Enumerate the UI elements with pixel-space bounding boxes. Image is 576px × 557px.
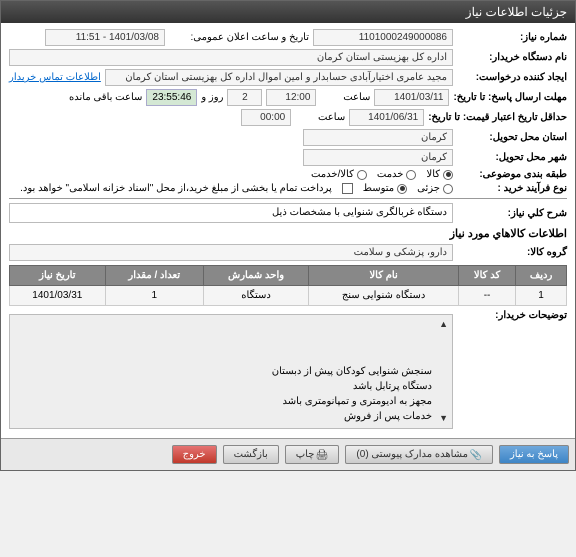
days-remaining-value: 2: [227, 89, 262, 106]
scroll-down-icon[interactable]: ▼: [439, 412, 448, 426]
need-description-label: شرح کلي نياز:: [457, 208, 567, 219]
footer-toolbar: پاسخ به نیاز 📎 مشاهده مدارک پیوستی (0) 🖨…: [1, 438, 575, 470]
time-remaining-label: ساعت باقی مانده: [69, 92, 142, 103]
goods-group-value: دارو، پزشکی و سلامت: [9, 244, 453, 261]
bt-medium-radio[interactable]: متوسط: [363, 183, 407, 194]
back-label: بازگشت: [234, 449, 268, 460]
table-row[interactable]: 1 -- دستگاه شنوایی سنج دستگاه 1 1401/03/…: [10, 286, 567, 306]
print-button[interactable]: 🖨 چاپ: [285, 445, 340, 464]
exec-province-value: کرمان: [303, 129, 453, 146]
radio-icon: [357, 170, 367, 180]
validity-time-label: ساعت: [295, 112, 345, 123]
attachments-label: مشاهده مدارک پیوستی (0): [356, 449, 468, 460]
scroll-up-icon[interactable]: ▲: [439, 318, 448, 332]
cat-goodservice-radio[interactable]: کالا/خدمت: [311, 169, 367, 180]
print-icon: 🖨: [318, 450, 328, 460]
radio-selected-icon: [443, 170, 453, 180]
col-date: تاریخ نیاز: [10, 266, 106, 286]
exit-button[interactable]: خروج: [172, 445, 217, 464]
items-section-title: اطلاعات كالاهاي مورد نياز: [9, 227, 567, 240]
col-qty: تعداد / مقدار: [105, 266, 203, 286]
exec-province-label: استان محل تحویل:: [457, 132, 567, 143]
table-header-row: ردیف کد کالا نام کالا واحد شمارش تعداد /…: [10, 266, 567, 286]
requester-value: مجید عامری اختیارآبادی حسابدار و امین ام…: [105, 69, 453, 86]
cell-qty: 1: [105, 286, 203, 306]
deadline-date-value: 1401/03/11: [374, 89, 449, 106]
attachment-icon: 📎: [472, 450, 482, 460]
radio-icon: [406, 170, 416, 180]
cell-row: 1: [516, 286, 567, 306]
goods-group-label: گروه کالا:: [457, 247, 567, 258]
radio-icon: [443, 184, 453, 194]
need-description-value: دستگاه غربالگری شنوایی با مشخصات ذیل: [9, 203, 453, 223]
col-row: ردیف: [516, 266, 567, 286]
bt-small-radio[interactable]: جزئی: [417, 183, 453, 194]
need-number-label: شماره نیاز:: [457, 32, 567, 43]
divider: [9, 198, 567, 199]
days-label: روز و: [201, 92, 223, 103]
time-remaining-value: 23:55:46: [146, 89, 197, 106]
buyer-notes-label: توضیحات خریدار:: [457, 310, 567, 321]
buyer-contact-link[interactable]: اطلاعات تماس خریدار: [9, 72, 101, 83]
col-code: کد کالا: [458, 266, 515, 286]
public-datetime-label: تاریخ و ساعت اعلان عمومی:: [169, 32, 309, 43]
window-titlebar: جزئیات اطلاعات نیاز: [1, 1, 575, 23]
buyer-notes-box[interactable]: ▲ ▼ سنجش شنوایی کودکان پیش از دبستان دست…: [9, 314, 453, 429]
need-number-value: 1101000249000086: [313, 29, 453, 46]
col-unit: واحد شمارش: [203, 266, 308, 286]
print-label: چاپ: [296, 449, 315, 460]
validity-label: حداقل تاریخ اعتبار قیمت: تا تاریخ:: [428, 112, 567, 123]
subject-category-label: طبقه بندی موضوعی:: [457, 169, 567, 180]
buy-process-group: جزئی متوسط پرداخت تمام یا بخشی از مبلغ خ…: [20, 183, 453, 194]
need-details-window: جزئیات اطلاعات نیاز شماره نیاز: 11010002…: [0, 0, 576, 471]
deadline-time-value: 12:00: [266, 89, 316, 106]
validity-date-value: 1401/06/31: [349, 109, 424, 126]
deadline-label: مهلت ارسال پاسخ: تا تاریخ:: [453, 92, 567, 103]
cat-service-radio[interactable]: خدمت: [377, 169, 417, 180]
buyer-org-value: اداره کل بهزیستی استان کرمان: [9, 49, 453, 66]
cat-goods-radio[interactable]: کالا: [426, 169, 453, 180]
buy-process-label: نوع فرآیند خرید :: [457, 183, 567, 194]
requester-label: ایجاد کننده درخواست:: [457, 72, 567, 83]
items-table: ردیف کد کالا نام کالا واحد شمارش تعداد /…: [9, 265, 567, 306]
exit-label: خروج: [183, 449, 206, 460]
main-panel: شماره نیاز: 1101000249000086 تاریخ و ساع…: [1, 23, 575, 438]
attachments-button[interactable]: 📎 مشاهده مدارک پیوستی (0): [345, 445, 493, 464]
back-button[interactable]: بازگشت: [223, 445, 279, 464]
col-name: نام کالا: [309, 266, 459, 286]
buyer-org-label: نام دستگاه خریدار:: [457, 52, 567, 63]
buyer-notes-text: سنجش شنوایی کودکان پیش از دبستان دستگاه …: [272, 366, 432, 422]
reply-label: پاسخ به نیاز: [510, 449, 558, 460]
radio-selected-icon: [397, 184, 407, 194]
reply-button[interactable]: پاسخ به نیاز: [499, 445, 569, 464]
cell-date: 1401/03/31: [10, 286, 106, 306]
subject-category-group: کالا خدمت کالا/خدمت: [311, 169, 453, 180]
cell-name: دستگاه شنوایی سنج: [309, 286, 459, 306]
delivery-city-value: کرمان: [303, 149, 453, 166]
delivery-city-label: شهر محل تحویل:: [457, 152, 567, 163]
cell-code: --: [458, 286, 515, 306]
window-title: جزئیات اطلاعات نیاز: [466, 5, 567, 19]
validity-time-value: 00:00: [241, 109, 291, 126]
public-datetime-value: 1401/03/08 - 11:51: [45, 29, 165, 46]
cell-unit: دستگاه: [203, 286, 308, 306]
deadline-time-label: ساعت: [320, 92, 370, 103]
treasury-note: پرداخت تمام یا بخشی از مبلغ خرید،از محل …: [20, 183, 332, 194]
treasury-checkbox[interactable]: [342, 183, 353, 194]
